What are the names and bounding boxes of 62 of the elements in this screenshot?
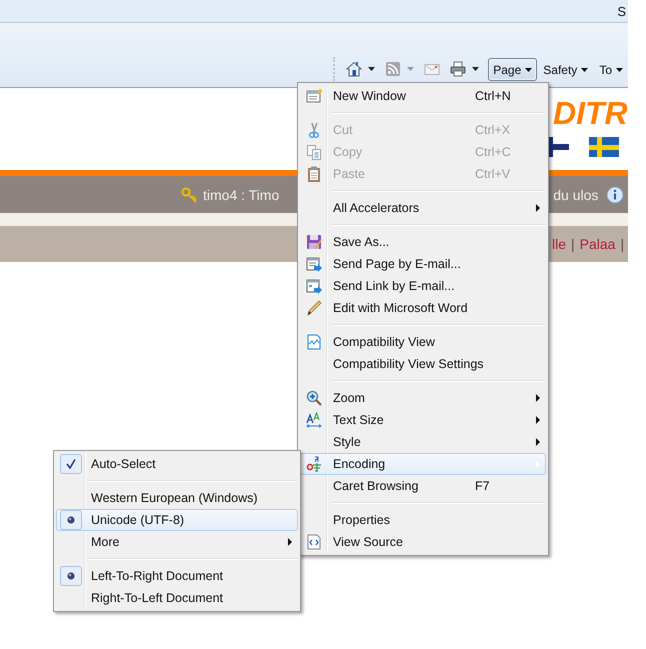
text-size-icon <box>306 412 322 428</box>
shortcut-label: Ctrl+V <box>475 167 510 181</box>
radio-dot-icon <box>67 572 75 580</box>
caret-icon <box>472 67 480 71</box>
scissors-icon <box>306 122 322 138</box>
caret-icon <box>525 68 532 72</box>
menu-button[interactable]: Safety <box>538 58 594 81</box>
shortcut-label: Ctrl+N <box>475 89 511 103</box>
source-icon <box>306 534 322 550</box>
menu-item[interactable]: More <box>56 531 298 553</box>
home-icon <box>346 61 362 77</box>
menu-item[interactable]: Edit with Microsoft Word <box>300 297 546 319</box>
magnifier-icon <box>306 390 322 406</box>
envelope-icon <box>424 61 440 77</box>
menu-item[interactable]: Compatibility View <box>300 331 546 353</box>
menu-item[interactable]: Text Size <box>300 409 546 431</box>
menu-item[interactable]: Left-To-Right Document <box>56 565 298 587</box>
info-icon <box>606 186 624 204</box>
menu-button[interactable]: To <box>594 58 628 81</box>
caret-icon <box>616 68 623 72</box>
copy-icon <box>306 144 322 160</box>
link-separator: | <box>571 236 575 252</box>
menu-item[interactable]: Send Page by E-mail... <box>300 253 546 275</box>
printer-icon <box>450 61 466 77</box>
menu-button[interactable]: Page <box>488 58 538 81</box>
menu-item[interactable]: Right-To-Left Document <box>56 587 298 609</box>
menu-item[interactable]: Unicode (UTF-8) <box>56 509 298 531</box>
caret-icon <box>407 67 414 71</box>
pencil-icon <box>306 300 322 316</box>
site-logo: DITR <box>553 96 628 130</box>
menu-item[interactable]: Save As... <box>300 231 546 253</box>
caret-icon <box>581 68 588 72</box>
caret-icon <box>368 67 376 71</box>
menu-item[interactable]: New Window Ctrl+N <box>300 85 546 107</box>
key-icon <box>181 186 197 202</box>
radio-dot-icon <box>67 516 75 524</box>
menu-item[interactable]: Send Link by E-mail... <box>300 275 546 297</box>
menu-item[interactable]: Zoom <box>300 387 546 409</box>
menu-item[interactable]: All Accelerators <box>300 197 546 219</box>
sweden-flag-icon[interactable] <box>589 137 619 157</box>
user-name: timo4 : Timo <box>203 186 280 202</box>
menu-item[interactable]: Style <box>300 431 546 453</box>
menu-item[interactable]: Encoding <box>300 453 546 475</box>
menu-item[interactable]: Properties <box>300 509 546 531</box>
feed-icon <box>385 61 402 77</box>
window-icon <box>306 88 322 104</box>
menu-item[interactable]: View Source <box>300 531 546 553</box>
checkmark-icon <box>66 459 76 469</box>
menu-item[interactable]: Caret Browsing F7 <box>300 475 546 497</box>
encoding-icon <box>306 456 322 472</box>
submenu-arrow-icon <box>288 538 292 546</box>
shortcut-label: Ctrl+X <box>475 123 510 137</box>
shortcut-label: F7 <box>475 479 490 493</box>
menu-item[interactable]: Compatibility View Settings <box>300 353 546 375</box>
clipboard-icon <box>306 166 322 182</box>
floppy-icon <box>306 234 322 250</box>
link-separator: | <box>620 236 624 252</box>
menu-item[interactable]: Auto-Select <box>56 453 298 475</box>
shortcut-label: Ctrl+C <box>475 145 511 159</box>
broken-page-icon <box>306 334 322 350</box>
menu-item[interactable]: Western European (Windows) <box>56 487 298 509</box>
window-title: S <box>617 4 626 18</box>
